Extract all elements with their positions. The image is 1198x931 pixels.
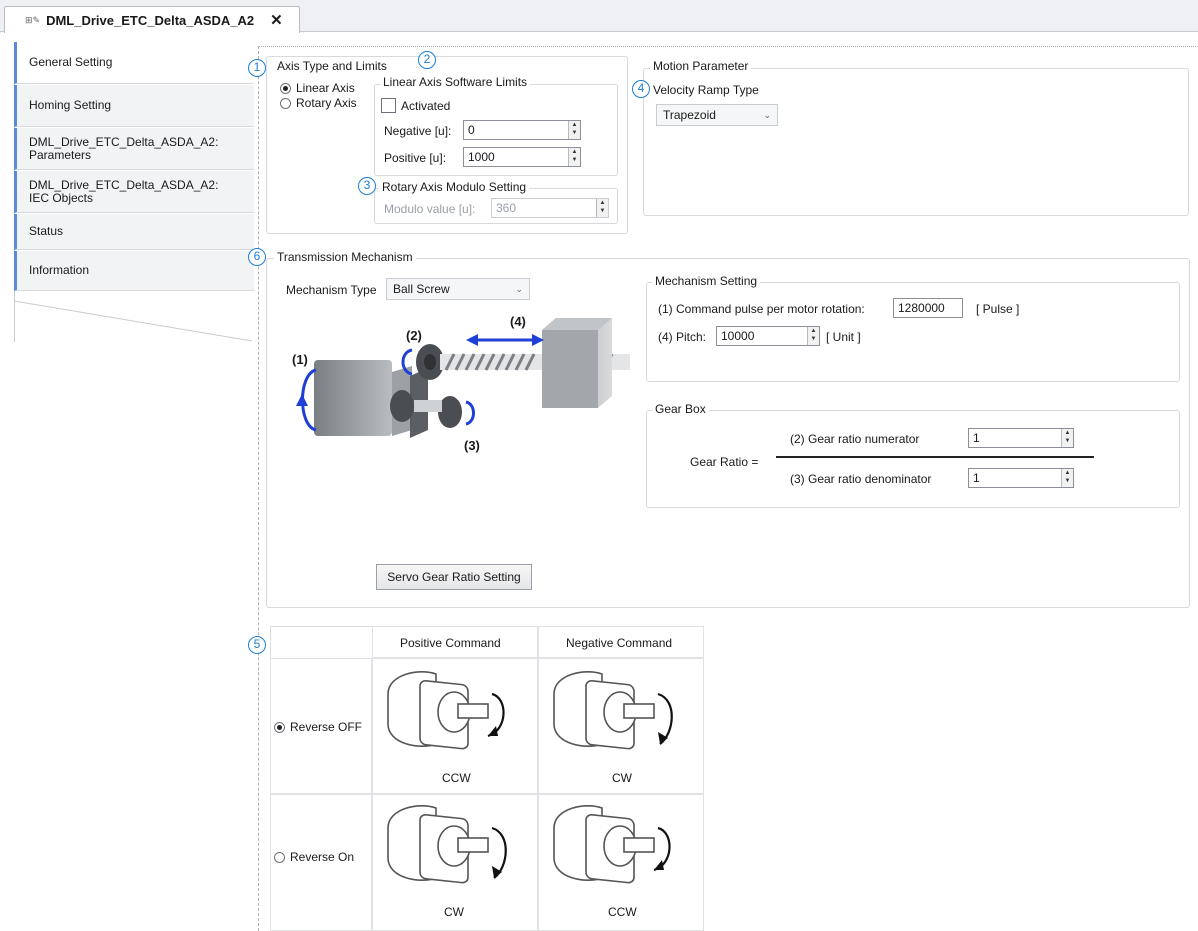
modulo-value: 360 bbox=[496, 201, 517, 215]
positive-limit-value: 1000 bbox=[468, 150, 495, 164]
r1c2-direction: CW bbox=[612, 771, 632, 785]
nav-label: DML_Drive_ETC_Delta_ASDA_A2: Parameters bbox=[29, 134, 219, 162]
nav-label: Status bbox=[29, 224, 64, 238]
modulo-input[interactable]: 360 ▲ ▼ bbox=[491, 198, 609, 218]
motion-parameter-title: Motion Parameter bbox=[650, 59, 752, 73]
axis-type-title: Axis Type and Limits bbox=[274, 59, 390, 73]
reverse-off-label: Reverse OFF bbox=[290, 720, 363, 734]
nav-panel-corner bbox=[14, 291, 253, 342]
velocity-ramp-label: Velocity Ramp Type bbox=[653, 83, 759, 97]
velocity-ramp-value: Trapezoid bbox=[663, 108, 716, 122]
document-tab[interactable]: ⊞✎ DML_Drive_ETC_Delta_ASDA_A2 ✕ bbox=[4, 6, 300, 33]
badge-4: 4 bbox=[632, 80, 650, 98]
pitch-value: 10000 bbox=[721, 329, 755, 343]
velocity-ramp-select[interactable]: Trapezoid ⌄ bbox=[656, 104, 778, 126]
mechanism-type-label: Mechanism Type bbox=[286, 283, 377, 297]
fraction-bar bbox=[776, 456, 1094, 458]
badge-2: 2 bbox=[418, 51, 436, 69]
pitch-label: (4) Pitch: bbox=[658, 330, 707, 344]
pulse-unit: [ Pulse ] bbox=[976, 302, 1020, 316]
spin-arrows-icon[interactable]: ▲ ▼ bbox=[1061, 469, 1073, 487]
mechanism-type-value: Ball Screw bbox=[393, 282, 450, 296]
rotary-axis-radio[interactable] bbox=[280, 98, 291, 109]
servo-gear-ratio-button[interactable]: Servo Gear Ratio Setting bbox=[376, 564, 532, 590]
diagram-label-1: (1) bbox=[292, 352, 308, 367]
positive-command-header: Positive Command bbox=[400, 636, 501, 650]
gear-numerator-label: (2) Gear ratio numerator bbox=[790, 432, 920, 446]
badge-3: 3 bbox=[358, 177, 376, 195]
nav-label: Homing Setting bbox=[29, 98, 112, 112]
gearbox-title: Gear Box bbox=[652, 402, 709, 416]
chevron-down-icon: ⌄ bbox=[515, 284, 523, 294]
gear-denominator-input[interactable]: 1 ▲ ▼ bbox=[968, 468, 1074, 488]
r2c1-direction: CW bbox=[444, 905, 464, 919]
r1c1-direction: CCW bbox=[442, 771, 471, 785]
nav-item-parameters[interactable]: DML_Drive_ETC_Delta_ASDA_A2: Parameters bbox=[14, 128, 254, 170]
motor-ccw-icon bbox=[387, 671, 505, 750]
pulse-label: (1) Command pulse per motor rotation: bbox=[658, 302, 865, 316]
spin-arrows-icon[interactable]: ▲ ▼ bbox=[568, 121, 580, 139]
negative-limit-input[interactable]: 0 ▲ ▼ bbox=[463, 120, 581, 140]
tab-pin-icon: ⊞✎ bbox=[25, 14, 41, 25]
nav-item-iec-objects[interactable]: DML_Drive_ETC_Delta_ASDA_A2: IEC Objects bbox=[14, 171, 254, 213]
negative-command-header: Negative Command bbox=[566, 636, 673, 650]
transmission-title: Transmission Mechanism bbox=[274, 250, 416, 264]
gear-numerator-input[interactable]: 1 ▲ ▼ bbox=[968, 428, 1074, 448]
motor-cw-icon bbox=[387, 805, 507, 884]
tab-title: DML_Drive_ETC_Delta_ASDA_A2 bbox=[46, 12, 255, 28]
r2c2-direction: CCW bbox=[608, 905, 637, 919]
spin-arrows-icon[interactable]: ▲ ▼ bbox=[568, 148, 580, 166]
reverse-off-radio[interactable] bbox=[274, 722, 285, 733]
chevron-down-icon: ⌄ bbox=[763, 110, 771, 120]
nav-label: Information bbox=[29, 263, 90, 277]
negative-label: Negative [u]: bbox=[384, 124, 452, 138]
nav-label: General Setting bbox=[29, 55, 113, 69]
nav-label: DML_Drive_ETC_Delta_ASDA_A2: IEC Objects bbox=[29, 177, 219, 205]
rotary-axis-label: Rotary Axis bbox=[296, 96, 357, 110]
diagram-label-4: (4) bbox=[510, 314, 526, 329]
diagram-label-3: (3) bbox=[464, 438, 480, 453]
motor-cw-icon bbox=[553, 671, 673, 750]
badge-6: 6 bbox=[248, 248, 266, 266]
pitch-input[interactable]: 10000 ▲ ▼ bbox=[716, 326, 820, 346]
activated-label: Activated bbox=[401, 99, 451, 113]
positive-limit-input[interactable]: 1000 ▲ ▼ bbox=[463, 147, 581, 167]
close-icon[interactable]: ✕ bbox=[270, 11, 283, 29]
pitch-unit: [ Unit ] bbox=[826, 330, 861, 344]
mechanism-type-select[interactable]: Ball Screw ⌄ bbox=[386, 278, 530, 300]
linear-limits-title: Linear Axis Software Limits bbox=[380, 75, 531, 89]
gear-numerator-value: 1 bbox=[973, 431, 980, 445]
negative-limit-value: 0 bbox=[468, 123, 475, 137]
mechanism-setting-title: Mechanism Setting bbox=[652, 274, 761, 288]
spin-arrows-icon[interactable]: ▲ ▼ bbox=[807, 327, 819, 345]
gear-denominator-label: (3) Gear ratio denominator bbox=[790, 472, 932, 486]
nav-item-homing-setting[interactable]: Homing Setting bbox=[14, 85, 254, 127]
reverse-on-radio[interactable] bbox=[274, 852, 285, 863]
diagram-label-2: (2) bbox=[406, 328, 422, 343]
reverse-on-label: Reverse On bbox=[290, 850, 355, 864]
nav-item-information[interactable]: Information bbox=[14, 251, 254, 291]
gear-ratio-label: Gear Ratio = bbox=[690, 455, 759, 469]
linear-axis-radio[interactable] bbox=[280, 83, 291, 94]
pulse-value: 1280000 bbox=[898, 301, 945, 315]
modulo-title: Rotary Axis Modulo Setting bbox=[379, 180, 530, 194]
badge-1: 1 bbox=[248, 59, 266, 77]
ball-screw-diagram bbox=[296, 318, 630, 438]
gear-denominator-value: 1 bbox=[973, 471, 980, 485]
badge-5: 5 bbox=[248, 636, 266, 654]
positive-label: Positive [u]: bbox=[384, 151, 447, 165]
motor-ccw-icon bbox=[553, 805, 671, 884]
activated-checkbox[interactable] bbox=[381, 98, 396, 113]
nav-item-status[interactable]: Status bbox=[14, 214, 254, 250]
spin-arrows-icon[interactable]: ▲ ▼ bbox=[1061, 429, 1073, 447]
pulse-input[interactable]: 1280000 bbox=[893, 298, 963, 318]
nav-item-general-setting[interactable]: General Setting bbox=[14, 42, 254, 84]
linear-axis-label: Linear Axis bbox=[296, 81, 355, 95]
spin-arrows-icon[interactable]: ▲ ▼ bbox=[596, 199, 608, 217]
modulo-label: Modulo value [u]: bbox=[384, 202, 476, 216]
